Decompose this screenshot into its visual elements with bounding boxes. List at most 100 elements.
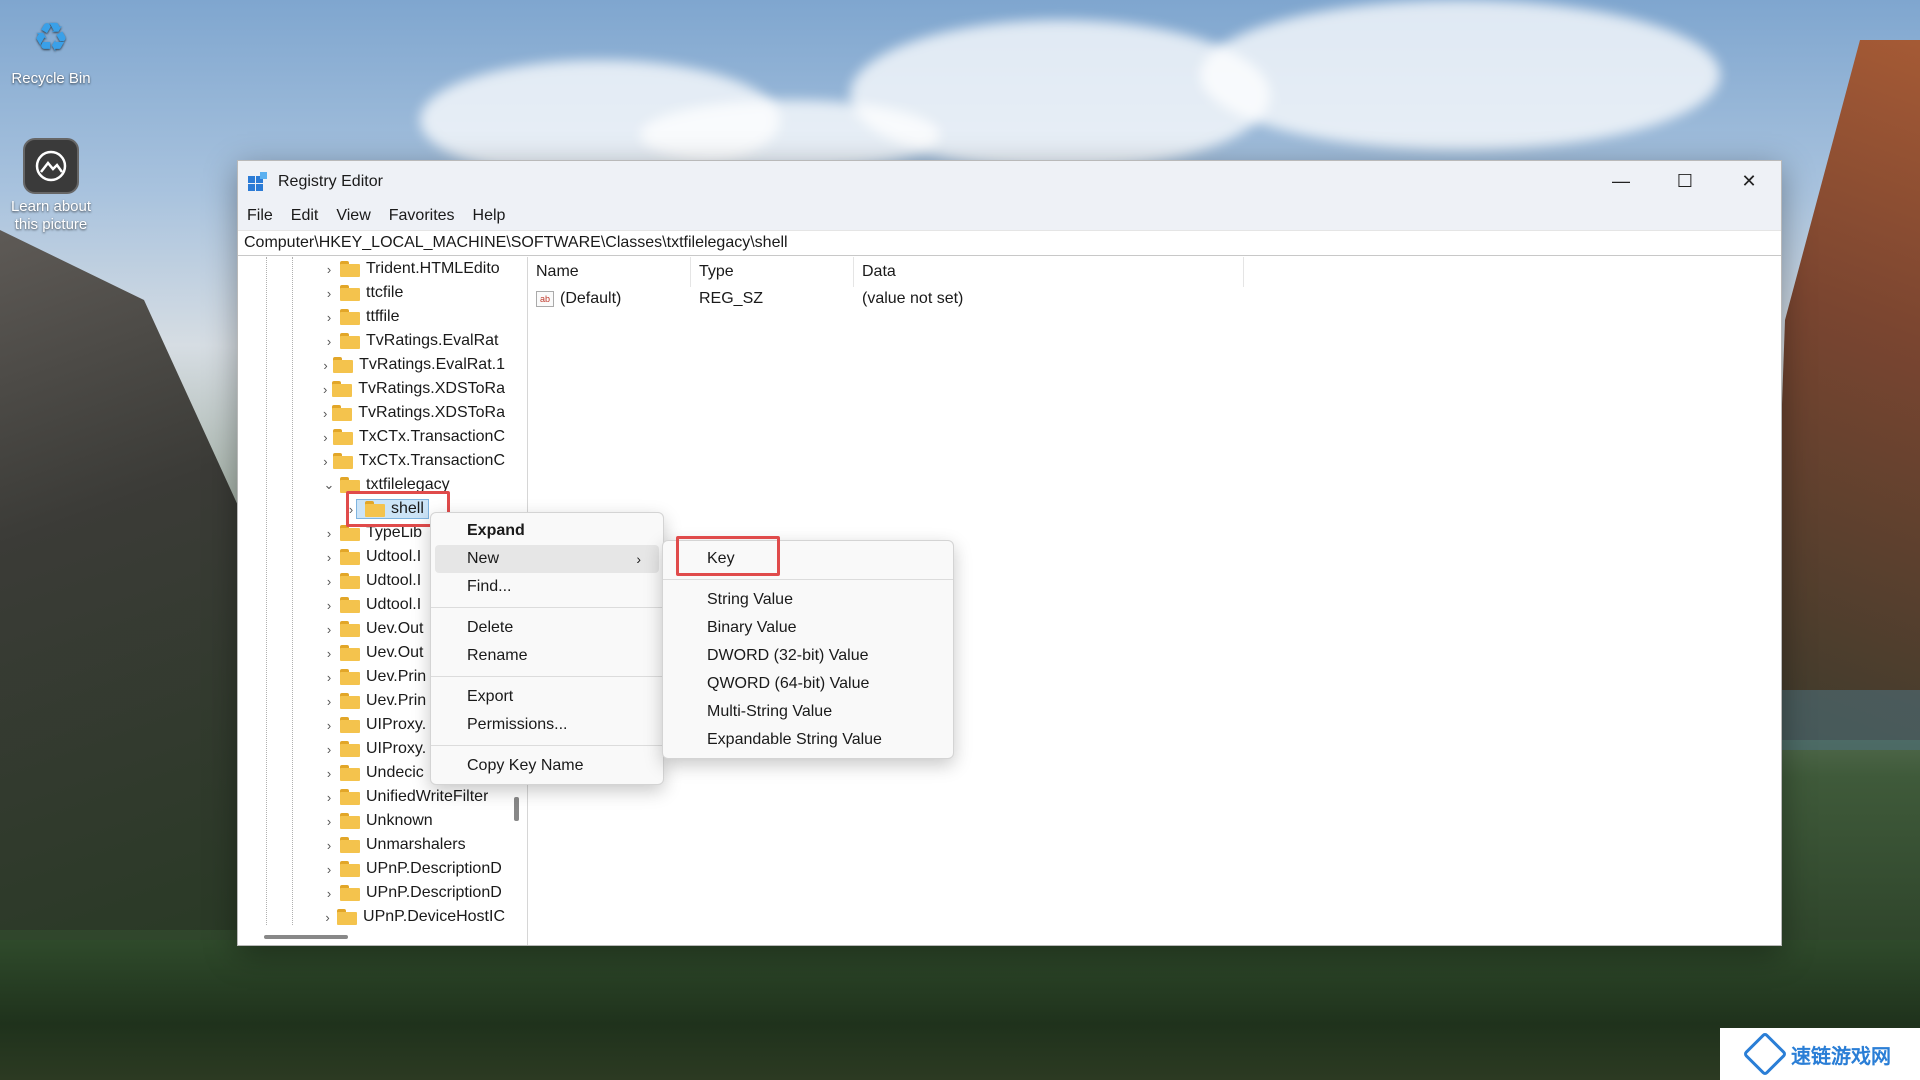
tree-item-label: UPnP.DescriptionD xyxy=(366,860,502,877)
menu-file[interactable]: File xyxy=(247,207,273,225)
menu-edit[interactable]: Edit xyxy=(291,207,319,225)
folder-icon xyxy=(340,741,360,757)
chevron-right-icon[interactable]: › xyxy=(322,593,336,617)
tree-item-label: Udtool.I xyxy=(366,596,422,613)
submenu-item-qword-value[interactable]: QWORD (64-bit) Value xyxy=(663,670,953,698)
tree-item-label: UPnP.DeviceHostIC xyxy=(363,908,505,925)
column-header-type[interactable]: Type xyxy=(691,257,854,287)
chevron-right-icon[interactable]: › xyxy=(322,785,336,809)
tree-item-label: TxCTx.TransactionC xyxy=(358,452,505,469)
value-row[interactable]: ab (Default) REG_SZ (value not set) xyxy=(528,287,1781,311)
title-bar[interactable]: Registry Editor — ☐ ✕ xyxy=(238,161,1781,202)
mountain-left xyxy=(0,230,240,930)
folder-icon xyxy=(332,429,353,445)
chevron-right-icon[interactable]: › xyxy=(322,329,336,353)
menu-item-copy-key-name[interactable]: Copy Key Name xyxy=(431,752,663,780)
registry-editor-icon xyxy=(248,171,268,192)
tree-item[interactable]: › TxCTx.TransactionC xyxy=(238,425,505,449)
tree-item-label: ttcfile xyxy=(366,284,404,301)
menu-favorites[interactable]: Favorites xyxy=(389,207,455,225)
chevron-right-icon[interactable]: › xyxy=(322,905,333,929)
folder-icon xyxy=(340,333,360,349)
column-header-name[interactable]: Name xyxy=(528,257,691,287)
chevron-right-icon[interactable]: › xyxy=(322,545,336,569)
maximize-button[interactable]: ☐ xyxy=(1653,161,1717,202)
folder-icon xyxy=(340,765,360,781)
chevron-right-icon[interactable]: › xyxy=(322,641,336,665)
learn-about-picture-shortcut[interactable]: Learn about this picture xyxy=(1,138,101,234)
recycle-bin-shortcut[interactable]: ♻ Recycle Bin xyxy=(1,10,101,88)
chevron-right-icon[interactable]: › xyxy=(322,257,336,281)
chevron-right-icon[interactable]: › xyxy=(322,521,336,545)
folder-icon xyxy=(340,597,360,613)
menu-item-expand[interactable]: Expand xyxy=(431,517,663,545)
tree-item[interactable]: › UPnP.DeviceHostIC xyxy=(238,905,505,929)
chevron-right-icon[interactable]: › xyxy=(322,281,336,305)
chevron-right-icon[interactable]: › xyxy=(322,689,336,713)
chevron-right-icon[interactable]: › xyxy=(322,305,336,329)
chevron-right-icon[interactable]: › xyxy=(322,761,336,785)
tree-item-label: Uev.Out xyxy=(366,620,424,637)
menu-separator xyxy=(431,607,663,608)
address-bar[interactable]: Computer\HKEY_LOCAL_MACHINE\SOFTWARE\Cla… xyxy=(238,230,1781,256)
minimize-button[interactable]: — xyxy=(1589,161,1653,202)
cloud xyxy=(1200,0,1720,150)
tree-item[interactable]: › ttcfile xyxy=(238,281,505,305)
value-name: (Default) xyxy=(560,290,622,307)
chevron-right-icon[interactable]: › xyxy=(322,737,336,761)
folder-icon xyxy=(340,861,360,877)
chevron-right-icon[interactable]: › xyxy=(322,425,329,449)
tree-item[interactable]: › Unmarshalers xyxy=(238,833,505,857)
tree-horizontal-scrollbar[interactable] xyxy=(264,935,348,939)
close-button[interactable]: ✕ xyxy=(1717,161,1781,202)
tree-item-label: TvRatings.XDSToRa xyxy=(358,380,505,397)
chevron-right-icon[interactable]: › xyxy=(322,353,329,377)
tree-item[interactable]: › TvRatings.EvalRat xyxy=(238,329,505,353)
menu-item-find[interactable]: Find... xyxy=(431,573,663,601)
address-path[interactable]: Computer\HKEY_LOCAL_MACHINE\SOFTWARE\Cla… xyxy=(244,234,788,252)
menu-item-new[interactable]: New › xyxy=(435,545,659,573)
chevron-right-icon[interactable]: › xyxy=(322,713,336,737)
column-header-data[interactable]: Data xyxy=(854,257,1244,287)
tree-item[interactable]: › UPnP.DescriptionD xyxy=(238,881,505,905)
chevron-right-icon[interactable]: › xyxy=(322,809,336,833)
tree-item[interactable]: › UnifiedWriteFilter xyxy=(238,785,505,809)
recycle-bin-label: Recycle Bin xyxy=(11,70,91,87)
menu-view[interactable]: View xyxy=(336,207,370,225)
menu-separator xyxy=(431,676,663,677)
chevron-down-icon[interactable]: ⌄ xyxy=(322,473,336,497)
folder-icon xyxy=(340,885,360,901)
menu-item-rename[interactable]: Rename xyxy=(431,642,663,670)
chevron-right-icon[interactable]: › xyxy=(322,881,336,905)
tree-vertical-scrollbar[interactable] xyxy=(514,797,519,821)
chevron-right-icon[interactable]: › xyxy=(322,617,336,641)
chevron-right-icon[interactable]: › xyxy=(322,665,336,689)
string-value-icon: ab xyxy=(536,291,554,307)
folder-icon xyxy=(340,309,360,325)
menu-help[interactable]: Help xyxy=(473,207,506,225)
tree-item[interactable]: › Trident.HTMLEdito xyxy=(238,257,505,281)
tree-item[interactable]: › TvRatings.XDSToRa xyxy=(238,401,505,425)
tree-item-label: Uev.Out xyxy=(366,644,424,661)
chevron-right-icon[interactable]: › xyxy=(322,833,336,857)
tree-item-label: Udtool.I xyxy=(366,572,422,589)
tree-item[interactable]: › TvRatings.EvalRat.1 xyxy=(238,353,505,377)
tree-item[interactable]: › TxCTx.TransactionC xyxy=(238,449,505,473)
submenu-item-multi-string-value[interactable]: Multi-String Value xyxy=(663,698,953,726)
submenu-item-expandable-string-value[interactable]: Expandable String Value xyxy=(663,726,953,754)
chevron-right-icon[interactable]: › xyxy=(322,857,336,881)
tree-item[interactable]: › Unknown xyxy=(238,809,505,833)
menu-item-permissions[interactable]: Permissions... xyxy=(431,711,663,739)
menu-item-export[interactable]: Export xyxy=(431,683,663,711)
submenu-item-binary-value[interactable]: Binary Value xyxy=(663,614,953,642)
submenu-item-dword-value[interactable]: DWORD (32-bit) Value xyxy=(663,642,953,670)
menu-bar: File Edit View Favorites Help xyxy=(238,202,1781,230)
chevron-right-icon[interactable]: › xyxy=(322,449,329,473)
tree-item[interactable]: › TvRatings.XDSToRa xyxy=(238,377,505,401)
submenu-item-string-value[interactable]: String Value xyxy=(663,586,953,614)
tree-item[interactable]: › UPnP.DescriptionD xyxy=(238,857,505,881)
menu-item-delete[interactable]: Delete xyxy=(431,614,663,642)
tree-item[interactable]: › ttffile xyxy=(238,305,505,329)
chevron-right-icon[interactable]: › xyxy=(322,569,336,593)
tree-item-label: UIProxy. xyxy=(366,740,427,757)
